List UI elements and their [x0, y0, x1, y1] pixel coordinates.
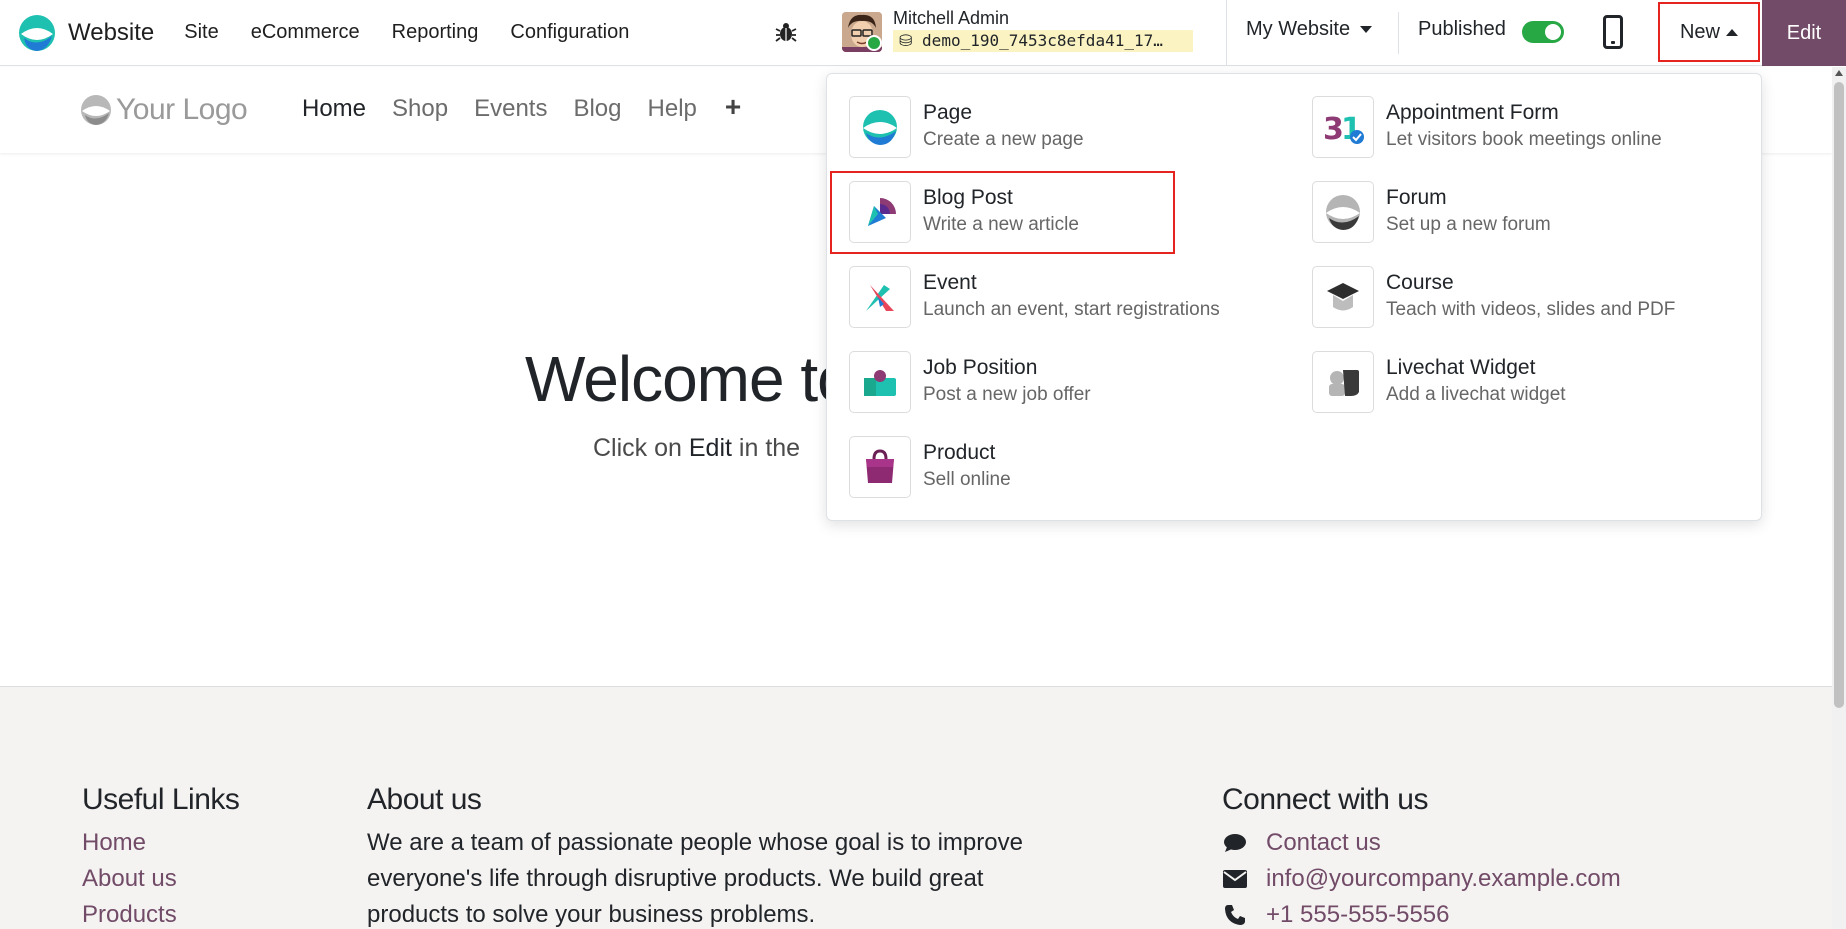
envelope-icon: [1222, 868, 1248, 890]
caret-up-icon: [1726, 28, 1738, 36]
site-logo[interactable]: Your Logo: [80, 93, 248, 127]
footer-link-home[interactable]: Home: [82, 825, 239, 861]
new-livechat-widget-item[interactable]: Livechat Widget Add a livechat widget: [1312, 351, 1742, 421]
mobile-preview-icon[interactable]: [1603, 15, 1623, 49]
database-name: demo_190_7453c8efda41_17…: [922, 31, 1163, 50]
website-selector[interactable]: My Website: [1246, 18, 1373, 41]
new-job-position-desc: Post a new job offer: [923, 384, 1091, 405]
published-toggle[interactable]: [1522, 21, 1564, 43]
new-course-title: Course: [1386, 271, 1454, 294]
database-icon: ⛁: [899, 31, 923, 50]
database-badge: ⛁ demo_190_7453c8efda41_17…: [893, 30, 1193, 52]
new-course-desc: Teach with videos, slides and PDF: [1386, 299, 1676, 320]
scrollbar-thumb[interactable]: [1834, 82, 1844, 708]
new-content-dropdown: Page Create a new page 31 Appointment For…: [826, 73, 1762, 521]
menu-site[interactable]: Site: [184, 21, 218, 44]
menu-reporting[interactable]: Reporting: [392, 21, 479, 44]
new-appointment-form-title: Appointment Form: [1386, 101, 1559, 124]
top-navbar: Website Site eCommerce Reporting Configu…: [0, 0, 1846, 66]
scroll-up-arrow-icon[interactable]: [1835, 70, 1843, 76]
new-livechat-widget-desc: Add a livechat widget: [1386, 384, 1566, 405]
event-icon: [849, 266, 911, 328]
site-logo-text: Your Logo: [116, 93, 248, 126]
chat-icon: [1222, 832, 1248, 854]
divider: [1226, 0, 1227, 66]
new-button[interactable]: New: [1658, 2, 1760, 62]
footer-link-products[interactable]: Products: [82, 897, 239, 929]
calendar-icon: 31: [1312, 96, 1374, 158]
course-icon: [1312, 266, 1374, 328]
site-nav-blog[interactable]: Blog: [573, 95, 621, 123]
new-forum-title: Forum: [1386, 186, 1447, 209]
new-event-item[interactable]: Event Launch an event, start registration…: [849, 266, 1279, 336]
new-button-label: New: [1679, 20, 1720, 43]
hero-subtitle: Click on Edit in the: [593, 434, 800, 463]
email-link[interactable]: info@yourcompany.example.com: [1222, 861, 1621, 897]
footer-about-title: About us: [367, 783, 482, 816]
livechat-icon: [1312, 351, 1374, 413]
new-page-desc: Create a new page: [923, 129, 1084, 150]
new-forum-desc: Set up a new forum: [1386, 214, 1551, 235]
footer-links-title: Useful Links: [82, 783, 240, 816]
site-nav: Home Shop Events Blog Help +: [302, 93, 741, 123]
toggle-knob: [1545, 24, 1561, 40]
page-icon: [849, 96, 911, 158]
website-selector-label: My Website: [1246, 18, 1351, 40]
new-product-desc: Sell online: [923, 469, 1011, 490]
phone-icon: [1222, 904, 1248, 926]
user-name[interactable]: Mitchell Admin: [893, 8, 1009, 29]
new-livechat-widget-title: Livechat Widget: [1386, 356, 1536, 379]
app-name: Website: [68, 18, 155, 46]
app-brand[interactable]: Website: [18, 14, 154, 52]
footer-useful-links: Useful Links Home About us Products: [82, 783, 240, 929]
edit-button[interactable]: Edit: [1762, 0, 1846, 66]
website-app-icon: [19, 14, 55, 51]
footer: Useful Links Home About us Products Abou…: [0, 686, 1832, 929]
new-appointment-form-desc: Let visitors book meetings online: [1386, 129, 1662, 150]
site-nav-shop[interactable]: Shop: [392, 95, 448, 123]
menu-ecommerce[interactable]: eCommerce: [251, 21, 360, 44]
hero-sub-bold: Edit: [688, 434, 732, 462]
hero-sub-prefix: Click on: [593, 434, 689, 462]
footer-connect: Connect with us Contact us info@yourcomp…: [1222, 783, 1621, 929]
new-event-title: Event: [923, 271, 977, 294]
site-nav-home[interactable]: Home: [302, 95, 366, 123]
new-appointment-form-item[interactable]: 31 Appointment Form Let visitors book mee…: [1312, 96, 1742, 166]
contact-us-link[interactable]: Contact us: [1222, 825, 1621, 861]
new-product-item[interactable]: Product Sell online: [849, 436, 1279, 506]
phone-text: +1 555-555-5556: [1266, 901, 1450, 928]
new-job-position-item[interactable]: Job Position Post a new job offer: [849, 351, 1279, 421]
footer-link-about[interactable]: About us: [82, 861, 239, 897]
published-label: Published: [1418, 18, 1506, 40]
hero-sub-suffix: in the: [731, 434, 801, 462]
new-page-title: Page: [923, 101, 973, 124]
online-status-dot: [866, 35, 882, 51]
logo-mark-icon: [81, 95, 111, 125]
new-forum-item[interactable]: Forum Set up a new forum: [1312, 181, 1742, 251]
new-course-item[interactable]: Course Teach with videos, slides and PDF: [1312, 266, 1742, 336]
footer-connect-title: Connect with us: [1222, 783, 1428, 816]
footer-about: About us We are a team of passionate peo…: [367, 783, 1027, 929]
contact-us-text: Contact us: [1266, 829, 1381, 856]
add-menu-item-icon[interactable]: +: [725, 93, 741, 123]
app-menu: Site eCommerce Reporting Configuration: [184, 21, 661, 44]
product-icon: [849, 436, 911, 498]
hero-title: Welcome to: [525, 343, 853, 415]
phone-link[interactable]: +1 555-555-5556: [1222, 897, 1621, 929]
new-product-title: Product: [923, 441, 996, 464]
blog-post-highlight: [830, 171, 1175, 254]
bug-icon[interactable]: [774, 20, 798, 44]
forum-icon: [1312, 181, 1374, 243]
new-page-item[interactable]: Page Create a new page: [849, 96, 1279, 166]
new-job-position-title: Job Position: [923, 356, 1038, 379]
job-icon: [849, 351, 911, 413]
email-text: info@yourcompany.example.com: [1266, 865, 1621, 892]
menu-configuration[interactable]: Configuration: [510, 21, 629, 44]
site-nav-events[interactable]: Events: [474, 95, 547, 123]
divider: [1398, 12, 1399, 54]
caret-down-icon: [1360, 26, 1373, 34]
site-nav-help[interactable]: Help: [648, 95, 697, 123]
new-event-desc: Launch an event, start registrations: [923, 299, 1220, 320]
footer-about-text: We are a team of passionate people whose…: [367, 829, 1023, 928]
